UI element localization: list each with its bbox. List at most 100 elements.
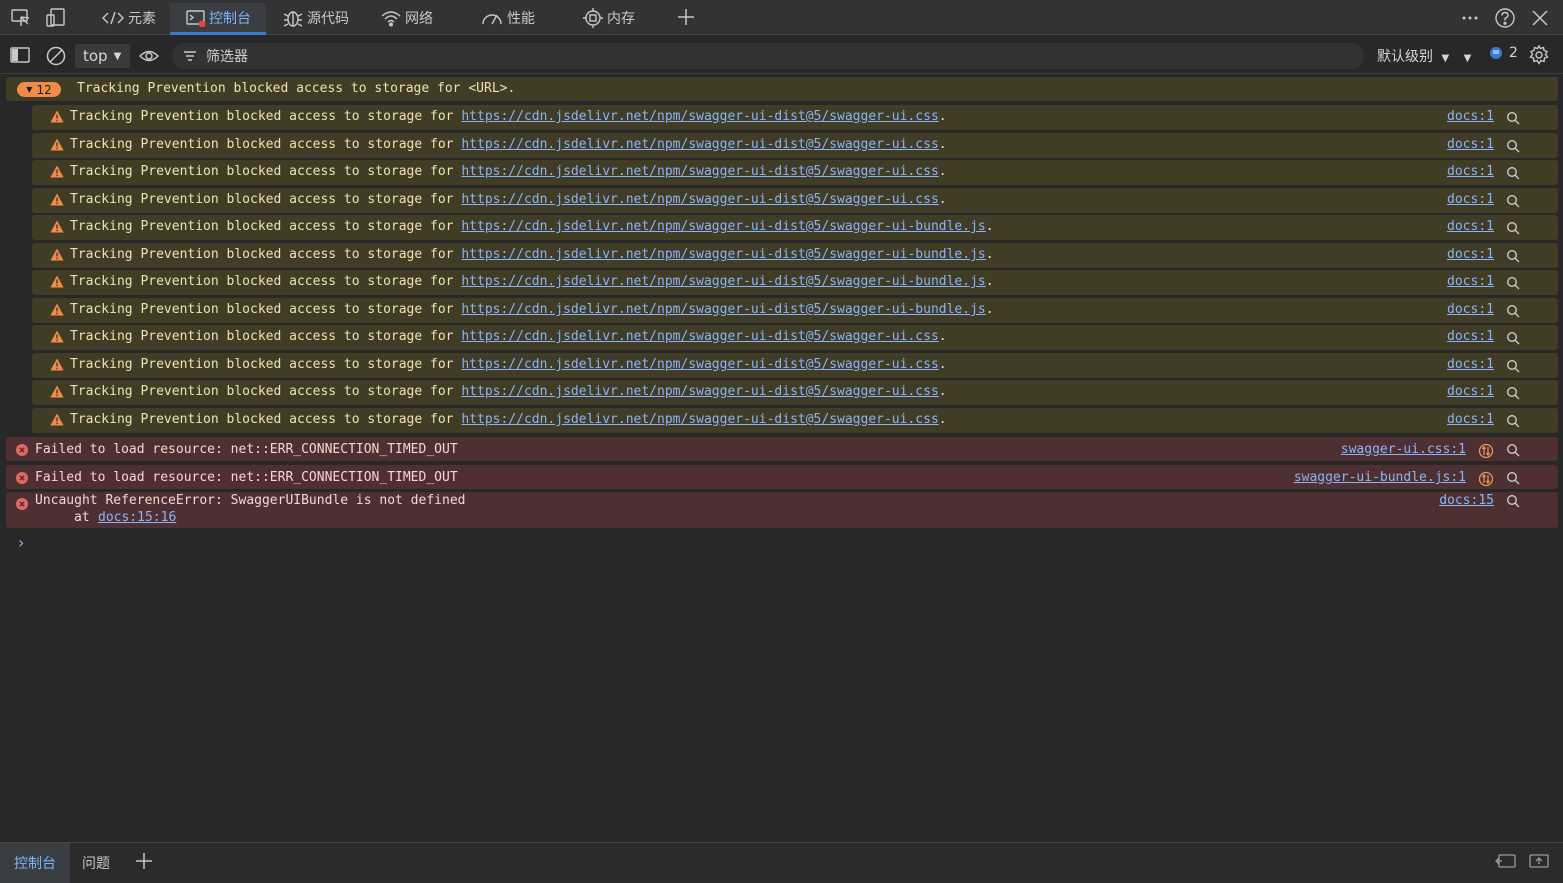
warning-row: Tracking Prevention blocked access to st… <box>32 215 1558 240</box>
bottom-drawer: 控制台 问题 <box>0 842 1563 883</box>
search-icon[interactable] <box>1506 139 1520 153</box>
warning-row: Tracking Prevention blocked access to st… <box>32 353 1558 378</box>
warning-text: Tracking Prevention blocked access to st… <box>70 274 994 289</box>
error-source-link[interactable]: swagger-ui.css:1 <box>1341 442 1466 457</box>
issues-count: 2 <box>1509 45 1518 61</box>
warning-row: Tracking Prevention blocked access to st… <box>32 380 1558 405</box>
warning-source-link[interactable]: docs:1 <box>1447 412 1494 427</box>
live-expression-eye-icon[interactable] <box>138 46 160 70</box>
filter-placeholder: 筛选器 <box>206 49 248 65</box>
warning-source-link[interactable]: docs:1 <box>1447 357 1494 372</box>
message-group-header[interactable]: ▼ 12 Tracking Prevention blocked access … <box>6 77 1558 101</box>
warning-text: Tracking Prevention blocked access to st… <box>70 219 994 234</box>
search-icon[interactable] <box>1506 471 1520 485</box>
blocked-url-link[interactable]: https://cdn.jsdelivr.net/npm/swagger-ui-… <box>461 329 938 344</box>
warning-source-link[interactable]: docs:1 <box>1447 247 1494 262</box>
search-icon[interactable] <box>1506 331 1520 345</box>
chevron-down-icon: ▼ <box>113 50 122 62</box>
filter-icon <box>184 51 196 61</box>
warning-row: Tracking Prevention blocked access to st… <box>32 243 1558 268</box>
blocked-url-link[interactable]: https://cdn.jsdelivr.net/npm/swagger-ui-… <box>461 192 938 207</box>
levels-label: 默认级别 <box>1377 49 1433 65</box>
settings-gear-icon[interactable] <box>1528 44 1550 70</box>
warning-prefix: Tracking Prevention blocked access to st… <box>70 247 454 262</box>
warning-icon <box>50 248 64 261</box>
warning-source-link[interactable]: docs:1 <box>1447 137 1494 152</box>
search-icon[interactable] <box>1506 111 1520 125</box>
search-icon[interactable] <box>1506 304 1520 318</box>
search-icon[interactable] <box>1506 494 1520 508</box>
blocked-url-link[interactable]: https://cdn.jsdelivr.net/npm/swagger-ui-… <box>461 274 985 289</box>
search-icon[interactable] <box>1506 166 1520 180</box>
search-icon[interactable] <box>1506 221 1520 235</box>
device-emulation-icon[interactable] <box>45 7 67 29</box>
blocked-url-link[interactable]: https://cdn.jsdelivr.net/npm/swagger-ui-… <box>461 219 985 234</box>
clear-console-icon[interactable] <box>45 45 67 71</box>
stack-trace-link[interactable]: docs:15:16 <box>98 510 176 525</box>
error-row: Uncaught ReferenceError: SwaggerUIBundle… <box>6 492 1558 528</box>
tab-sources[interactable]: 源代码 <box>282 4 349 32</box>
warning-icon <box>50 110 64 123</box>
tab-elements[interactable]: 元素 <box>101 4 156 32</box>
blocked-url-link[interactable]: https://cdn.jsdelivr.net/npm/swagger-ui-… <box>461 247 985 262</box>
network-request-icon[interactable] <box>1478 443 1494 459</box>
warning-text: Tracking Prevention blocked access to st… <box>70 302 994 317</box>
sidebar-toggle-icon[interactable] <box>9 45 31 69</box>
search-icon[interactable] <box>1506 386 1520 400</box>
close-drawer-icon[interactable] <box>1528 852 1550 874</box>
search-icon[interactable] <box>1506 414 1520 428</box>
more-options-icon[interactable] <box>1459 7 1481 29</box>
warning-source-link[interactable]: docs:1 <box>1447 192 1494 207</box>
warning-source-link[interactable]: docs:1 <box>1447 219 1494 234</box>
warning-text: Tracking Prevention blocked access to st… <box>70 137 947 152</box>
warning-source-link[interactable]: docs:1 <box>1447 329 1494 344</box>
warning-row: Tracking Prevention blocked access to st… <box>32 298 1558 323</box>
search-icon[interactable] <box>1506 249 1520 263</box>
warning-source-link[interactable]: docs:1 <box>1447 274 1494 289</box>
filter-input[interactable]: 筛选器 <box>172 43 1364 69</box>
add-drawer-tab-icon[interactable] <box>135 852 153 874</box>
error-source-link[interactable]: swagger-ui-bundle.js:1 <box>1294 470 1466 485</box>
tab-performance[interactable]: 性能 <box>480 4 535 32</box>
blocked-url-link[interactable]: https://cdn.jsdelivr.net/npm/swagger-ui-… <box>461 164 938 179</box>
search-icon[interactable] <box>1506 194 1520 208</box>
error-source-link[interactable]: docs:15 <box>1439 493 1494 508</box>
error-row: Failed to load resource: net::ERR_CONNEC… <box>6 437 1558 461</box>
devtools-tab-bar: 元素 控制台 源代码 网络 性能 内存 <box>0 0 1563 35</box>
search-icon[interactable] <box>1506 276 1520 290</box>
warning-source-link[interactable]: docs:1 <box>1447 109 1494 124</box>
blocked-url-link[interactable]: https://cdn.jsdelivr.net/npm/swagger-ui-… <box>461 357 938 372</box>
log-levels-dropdown[interactable]: 默认级别 ▼ ▼ <box>1377 46 1471 66</box>
drawer-tab-issues[interactable]: 问题 <box>82 843 110 883</box>
warning-icon <box>50 303 64 316</box>
close-icon[interactable] <box>1529 7 1551 29</box>
add-tab-icon[interactable] <box>676 7 698 29</box>
dock-drawer-icon[interactable] <box>1495 852 1517 874</box>
tab-network[interactable]: 网络 <box>380 4 433 32</box>
tab-memory[interactable]: 内存 <box>582 4 635 32</box>
blocked-url-link[interactable]: https://cdn.jsdelivr.net/npm/swagger-ui-… <box>461 109 938 124</box>
network-request-icon[interactable] <box>1478 471 1494 487</box>
warning-source-link[interactable]: docs:1 <box>1447 384 1494 399</box>
tab-console[interactable]: 控制台 <box>186 4 251 32</box>
tab-label: 控制台 <box>209 11 251 27</box>
blocked-url-link[interactable]: https://cdn.jsdelivr.net/npm/swagger-ui-… <box>461 384 938 399</box>
warning-text: Tracking Prevention blocked access to st… <box>70 329 947 344</box>
warning-source-link[interactable]: docs:1 <box>1447 302 1494 317</box>
blocked-url-link[interactable]: https://cdn.jsdelivr.net/npm/swagger-ui-… <box>461 302 985 317</box>
blocked-url-link[interactable]: https://cdn.jsdelivr.net/npm/swagger-ui-… <box>461 137 938 152</box>
blocked-url-link[interactable]: https://cdn.jsdelivr.net/npm/swagger-ui-… <box>461 412 938 427</box>
search-icon[interactable] <box>1506 359 1520 373</box>
search-icon[interactable] <box>1506 443 1520 457</box>
console-prompt[interactable]: › <box>18 533 24 552</box>
wifi-icon <box>381 11 401 27</box>
help-icon[interactable] <box>1494 7 1516 29</box>
warning-row: Tracking Prevention blocked access to st… <box>32 105 1558 130</box>
inspect-element-icon[interactable] <box>10 7 32 29</box>
warning-icon <box>50 165 64 178</box>
drawer-tab-console[interactable]: 控制台 <box>0 843 70 883</box>
issues-counter[interactable]: 2 <box>1488 45 1518 61</box>
warning-source-link[interactable]: docs:1 <box>1447 164 1494 179</box>
context-selector[interactable]: top ▼ <box>75 44 130 68</box>
group-count-badge: ▼ 12 <box>17 82 61 97</box>
